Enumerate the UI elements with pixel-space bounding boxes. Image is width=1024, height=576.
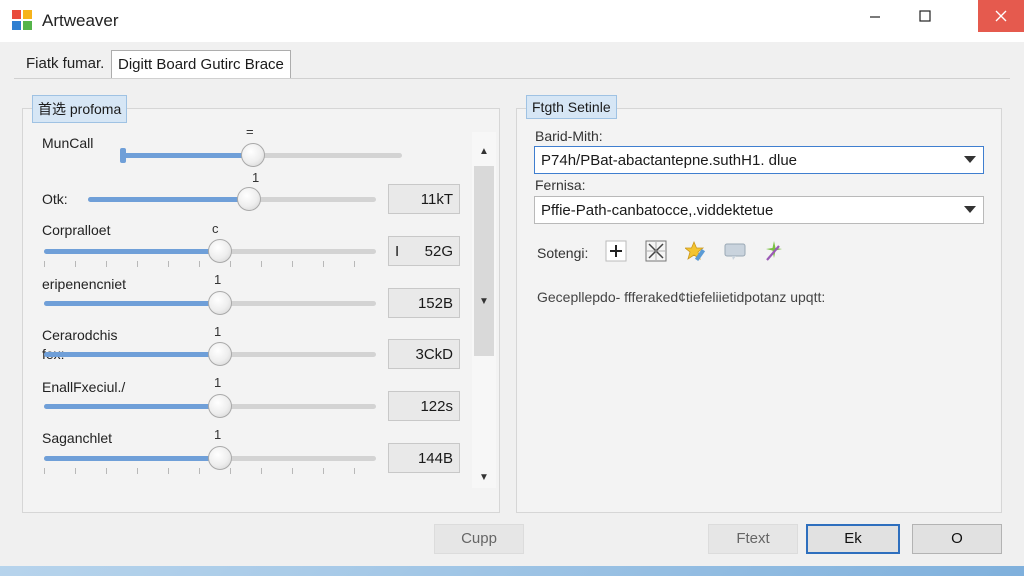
slider-thumb[interactable] <box>207 239 232 263</box>
slider-label-cerarodchis: Cerarodchis <box>42 327 118 343</box>
copy-button[interactable]: Cupp <box>434 524 524 554</box>
slider-mark: = <box>246 124 254 139</box>
slider-label-eripenencniet: eripenencniet <box>42 276 127 292</box>
chevron-down-icon <box>964 156 976 163</box>
chevron-down-icon <box>964 206 976 213</box>
slider-cerarodchis[interactable] <box>44 342 376 366</box>
star-pencil-icon[interactable] <box>685 240 707 262</box>
slider-thumb[interactable] <box>207 342 232 366</box>
slider-fill <box>44 301 220 306</box>
tab-fiatk-fumar[interactable]: Fiatk fumar. <box>20 50 110 78</box>
slider-saganchlet[interactable] <box>44 446 376 474</box>
scroll-down-arrow-icon[interactable]: ▼ <box>472 468 496 488</box>
value-box-otk[interactable]: 11kT <box>388 184 460 214</box>
slider-corpralloet[interactable] <box>44 239 376 267</box>
slider-mark: 1 <box>214 375 222 390</box>
minimize-button[interactable] <box>852 0 898 32</box>
close-icon <box>995 10 1007 22</box>
slider-label-corpralloet: Corpralloet <box>42 222 111 238</box>
minimize-icon <box>870 16 880 18</box>
settings-label: Sotengi: <box>537 245 589 261</box>
scrollbar-thumb[interactable] <box>474 166 494 356</box>
slider-otk[interactable] <box>88 187 376 211</box>
ok-button[interactable]: Ek <box>806 524 900 554</box>
artweaver-window: Artweaver Fiatk fumar. Digitt Board Guti… <box>0 0 1024 566</box>
value-text: 52G <box>424 243 453 260</box>
value-box-saganchlet[interactable]: 144B <box>388 443 460 473</box>
slider-fill <box>44 404 220 409</box>
slider-muncall[interactable] <box>120 143 402 167</box>
slider-mark: c <box>212 221 219 236</box>
tab-digitt-board[interactable]: Digitt Board Gutirc Brace <box>111 50 291 79</box>
field1-label: Barid-Mith: <box>535 128 603 144</box>
scroll-up-arrow-icon[interactable]: ▲ <box>472 142 496 162</box>
scroll-mid-arrow-icon[interactable]: ▼ <box>472 292 496 312</box>
field2-label: Fernisa: <box>535 177 586 193</box>
formula-combo-box[interactable]: Pffie-Path-canbatocce,.viddektetue <box>534 196 984 224</box>
maximize-button[interactable] <box>902 0 948 32</box>
plus-icon[interactable] <box>605 240 627 262</box>
slider-fill <box>44 456 220 461</box>
app-logo-icon <box>12 10 32 30</box>
value-box-corpralloet[interactable]: I 52G <box>388 236 460 266</box>
speech-bubble-icon[interactable] <box>724 240 746 262</box>
slider-thumb[interactable] <box>207 446 232 470</box>
tab-divider <box>14 78 1010 79</box>
other-button[interactable]: O <box>912 524 1002 554</box>
slider-label-muncall: MunCall <box>42 135 94 151</box>
slider-enallfxeciul[interactable] <box>44 394 376 418</box>
slider-mark: 1 <box>252 170 260 185</box>
formula-combo-value: Pffie-Path-canbatocce,.viddektetue <box>541 202 774 219</box>
path-combo-box[interactable]: P74h/PBat-abactantepne.suthH1. dlue <box>534 146 984 174</box>
slider-label-otk: Otk: <box>42 191 68 207</box>
settings-hint-text: Gecepllepdo- ffferaked¢tiefeliietidpotan… <box>537 289 826 305</box>
slider-thumb[interactable] <box>207 394 232 418</box>
slider-thumb[interactable] <box>240 143 265 167</box>
value-prefix: I <box>395 243 400 260</box>
titlebar: Artweaver <box>0 0 1024 42</box>
grid-x-icon[interactable] <box>645 240 667 262</box>
slider-thumb[interactable] <box>207 291 232 315</box>
slider-ticks <box>44 468 376 474</box>
slider-fill <box>120 153 253 158</box>
slider-mark: 1 <box>214 427 222 442</box>
slider-fill <box>88 197 250 202</box>
slider-fill <box>44 249 220 254</box>
slider-label-saganchlet: Saganchlet <box>42 430 113 446</box>
slider-fill <box>44 352 220 357</box>
sparkle-pen-icon[interactable] <box>763 240 785 262</box>
window-title: Artweaver <box>42 11 119 30</box>
slider-min-handle[interactable] <box>120 148 126 163</box>
text-button[interactable]: Ftext <box>708 524 798 554</box>
path-settings-group-title: Ftgth Setinle <box>526 95 617 119</box>
slider-mark: 1 <box>214 324 222 339</box>
combo-arrow-button[interactable] <box>957 147 983 173</box>
value-box-cerarodchis[interactable]: 3CkD <box>388 339 460 369</box>
slider-label-enallfxeciul: EnallFxeciul./ <box>42 379 126 395</box>
slider-mark: 1 <box>214 272 222 287</box>
path-combo-value: P74h/PBat-abactantepne.suthH1. dlue <box>541 152 798 169</box>
value-box-enallfxeciul[interactable]: 122s <box>388 391 460 421</box>
preferences-group-title: 首选 profoma <box>32 95 128 123</box>
maximize-icon <box>919 10 931 22</box>
slider-ticks <box>44 261 376 267</box>
combo-arrow-button[interactable] <box>957 197 983 223</box>
close-button[interactable] <box>978 0 1024 32</box>
slider-eripenencniet[interactable] <box>44 291 376 315</box>
value-box-eripenencniet[interactable]: 152B <box>388 288 460 318</box>
